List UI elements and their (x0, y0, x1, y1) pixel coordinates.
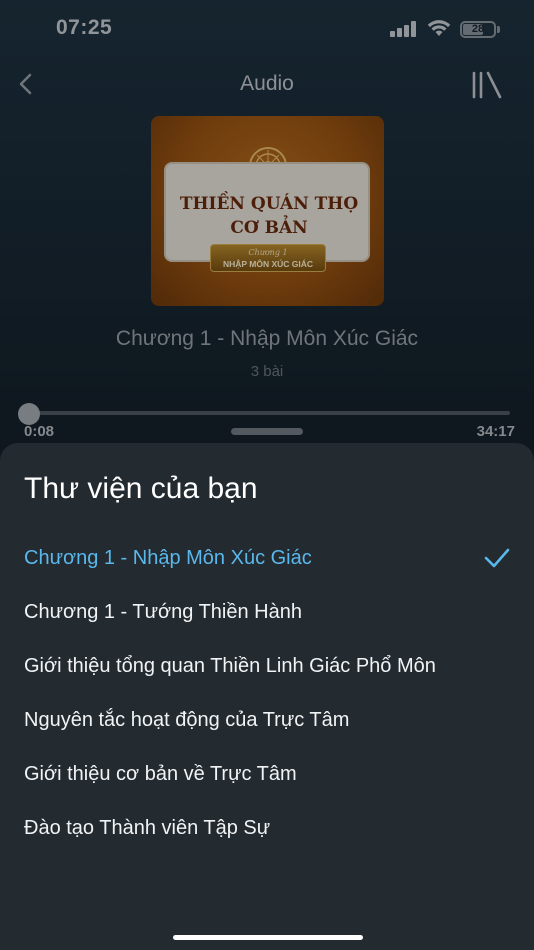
list-item[interactable]: Chương 1 - Nhập Môn Xúc Giác (0, 539, 534, 577)
list-item-label: Giới thiệu tổng quan Thiền Linh Giác Phổ… (24, 655, 436, 677)
playlist-list: Chương 1 - Nhập Môn Xúc Giác Chương 1 - … (0, 539, 534, 863)
sheet-title: Thư viện của bạn (24, 472, 258, 505)
list-item-label: Chương 1 - Nhập Môn Xúc Giác (24, 547, 312, 569)
library-sheet: Thư viện của bạn Chương 1 - Nhập Môn Xúc… (0, 443, 534, 950)
list-item[interactable]: Giới thiệu tổng quan Thiền Linh Giác Phổ… (0, 647, 534, 685)
list-item-label: Đào tạo Thành viên Tập Sự (24, 817, 271, 839)
list-item-label: Nguyên tắc hoạt động của Trực Tâm (24, 709, 350, 731)
list-item[interactable]: Nguyên tắc hoạt động của Trực Tâm (0, 701, 534, 739)
home-indicator (173, 935, 363, 940)
list-item-label: Giới thiệu cơ bản về Trực Tâm (24, 763, 297, 785)
list-item-label: Chương 1 - Tướng Thiền Hành (24, 601, 302, 623)
list-item[interactable]: Đào tạo Thành viên Tập Sự (0, 809, 534, 847)
list-item[interactable]: Giới thiệu cơ bản về Trực Tâm (0, 755, 534, 793)
sheet-grabber[interactable] (231, 428, 303, 435)
list-item[interactable]: Chương 1 - Tướng Thiền Hành (0, 593, 534, 631)
checkmark-icon (484, 548, 510, 568)
